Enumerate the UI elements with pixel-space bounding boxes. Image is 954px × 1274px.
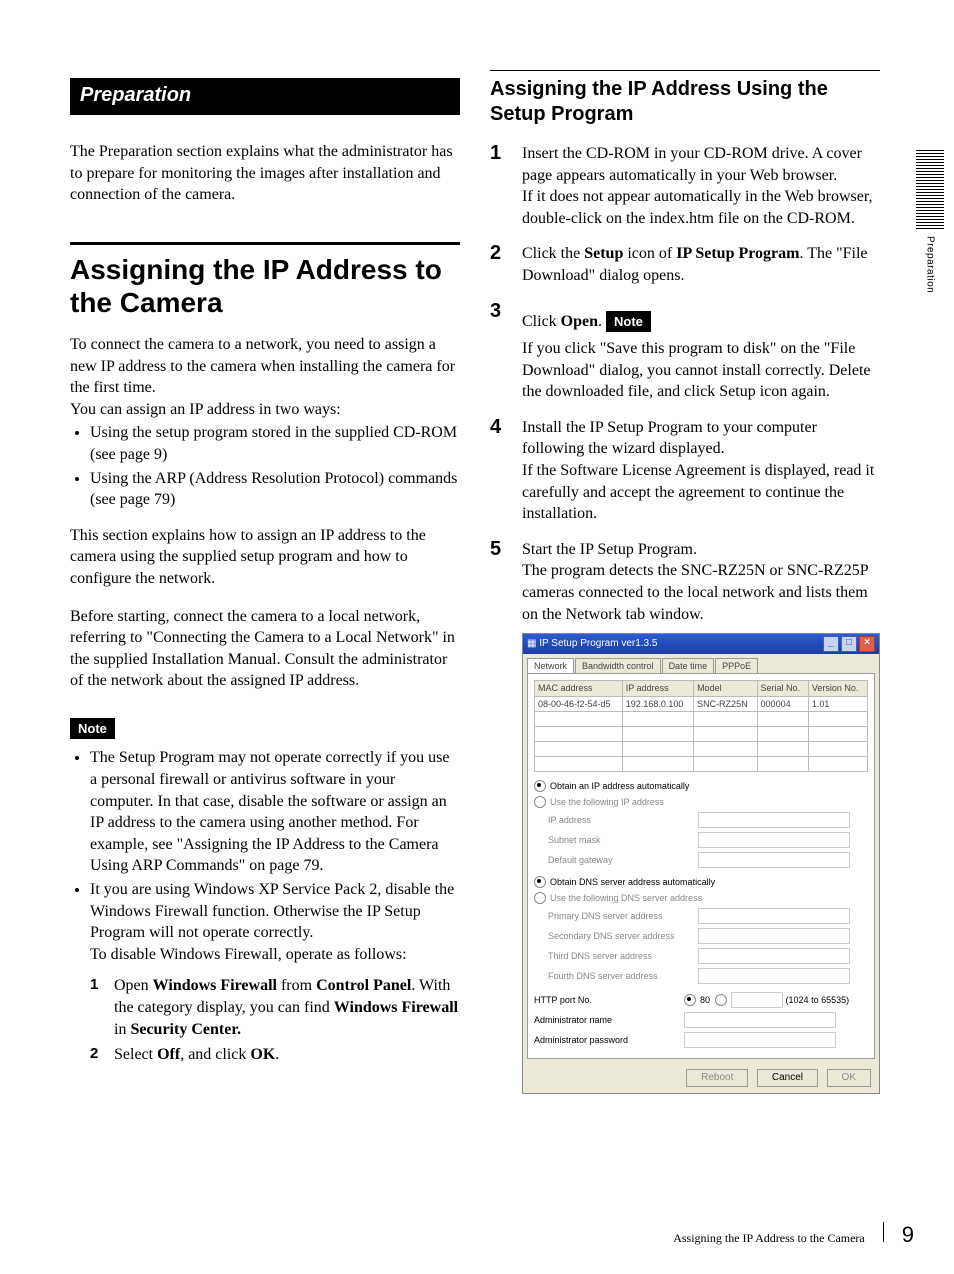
close-icon[interactable]: × [859, 636, 875, 652]
app-icon: ▦ [527, 638, 536, 649]
col-ip: IP address [622, 681, 693, 696]
tab-pppoe[interactable]: PPPoE [715, 658, 758, 673]
device-table: MAC address IP address Model Serial No. … [534, 680, 868, 771]
preparation-banner: Preparation [70, 78, 460, 115]
ip-setup-screenshot: ▦ IP Setup Program ver1.3.5 _ □ × Networ… [522, 633, 880, 1093]
step-4: 4 Install the IP Setup Program to your c… [490, 417, 880, 525]
maximize-icon[interactable]: □ [841, 636, 857, 652]
radio-dns-auto[interactable] [534, 876, 546, 888]
port-field[interactable] [731, 992, 783, 1008]
col-serial: Serial No. [757, 681, 808, 696]
step-2: 2 Click the Setup icon of IP Setup Progr… [490, 243, 880, 286]
gateway-field[interactable] [698, 852, 850, 868]
step-1: 1 Insert the CD-ROM in your CD-ROM drive… [490, 143, 880, 229]
step3-note: If you click "Save this program to disk"… [522, 338, 880, 403]
right-column: Assigning the IP Address Using the Setup… [490, 70, 880, 1108]
minimize-icon[interactable]: _ [823, 636, 839, 652]
radio-port-custom[interactable] [715, 994, 727, 1006]
page-number: 9 [902, 1222, 914, 1248]
admin-name-field[interactable] [684, 1012, 836, 1028]
bullet-setup-program: Using the setup program stored in the su… [90, 422, 460, 465]
subsection-title: Assigning the IP Address Using the Setup… [490, 77, 880, 127]
window-title: IP Setup Program ver1.3.5 [539, 638, 657, 649]
stripe-decoration [916, 150, 944, 230]
note-tag-step3: Note [606, 311, 651, 333]
preparation-intro: The Preparation section explains what th… [70, 141, 460, 206]
footer-title: Assigning the IP Address to the Camera [673, 1231, 865, 1246]
ip-field[interactable] [698, 812, 850, 828]
section-rule [70, 242, 460, 245]
dns1-field[interactable] [698, 908, 850, 924]
note-firewall: The Setup Program may not operate correc… [90, 747, 460, 877]
col-mac: MAC address [535, 681, 623, 696]
tab-network[interactable]: Network [527, 658, 574, 673]
thumb-index: Preparation [910, 150, 950, 293]
p2: You can assign an IP address in two ways… [70, 399, 460, 421]
substep-1: 1 Open Windows Firewall from Control Pan… [90, 975, 460, 1040]
tab-bandwidth[interactable]: Bandwidth control [575, 658, 661, 673]
table-row[interactable]: 08-00-46-f2-54-d5 192.168.0.100 SNC-RZ25… [535, 696, 868, 711]
window-titlebar: ▦ IP Setup Program ver1.3.5 _ □ × [523, 634, 879, 654]
ok-button[interactable]: OK [827, 1069, 871, 1087]
p4: Before starting, connect the camera to a… [70, 606, 460, 692]
note-xp: It you are using Windows XP Service Pack… [90, 879, 460, 1066]
radio-port-80[interactable] [684, 994, 696, 1006]
col-version: Version No. [808, 681, 867, 696]
tab-datetime[interactable]: Date time [662, 658, 715, 673]
footer: Assigning the IP Address to the Camera 9 [673, 1222, 914, 1248]
dns3-field[interactable] [698, 948, 850, 964]
dns4-field[interactable] [698, 968, 850, 984]
p1: To connect the camera to a network, you … [70, 334, 460, 399]
radio-dns-manual[interactable] [534, 892, 546, 904]
step-5: 5 Start the IP Setup Program. The progra… [490, 539, 880, 1094]
subsection-rule [490, 70, 880, 71]
note-tag: Note [70, 718, 115, 740]
cancel-button[interactable]: Cancel [757, 1069, 818, 1087]
p3: This section explains how to assign an I… [70, 525, 460, 590]
radio-ip-auto[interactable] [534, 780, 546, 792]
dns2-field[interactable] [698, 928, 850, 944]
reboot-button[interactable]: Reboot [686, 1069, 748, 1087]
radio-ip-manual[interactable] [534, 796, 546, 808]
col-model: Model [694, 681, 757, 696]
bullet-arp: Using the ARP (Address Resolution Protoc… [90, 468, 460, 511]
left-column: Preparation The Preparation section expl… [70, 78, 460, 1070]
substep-2: 2 Select Off, and click OK. [90, 1044, 460, 1066]
side-label: Preparation [925, 236, 936, 293]
section-title: Assigning the IP Address to the Camera [70, 253, 460, 320]
step-3: 3 Click Open. Note If you click "Save th… [490, 301, 880, 403]
mask-field[interactable] [698, 832, 850, 848]
admin-pass-field[interactable] [684, 1032, 836, 1048]
